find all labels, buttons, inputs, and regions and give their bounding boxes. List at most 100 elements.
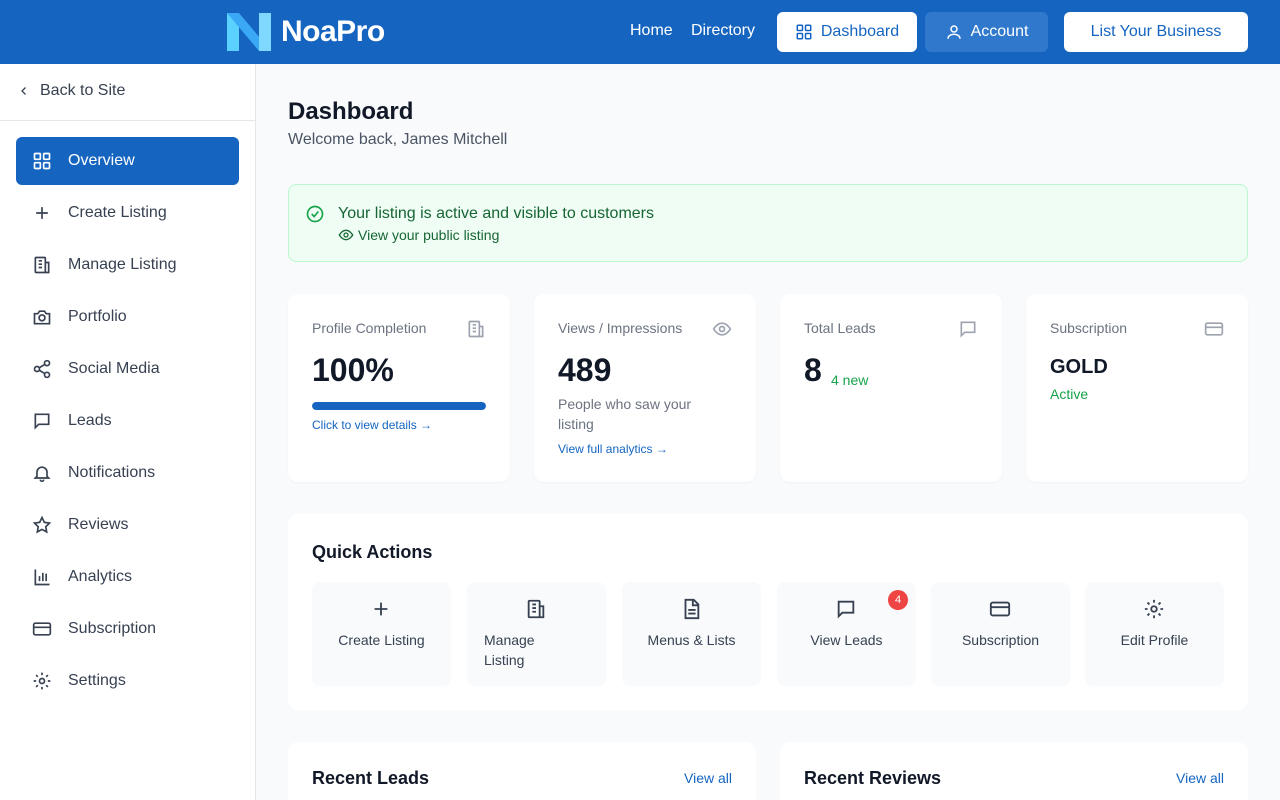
card-label: Total Leads xyxy=(804,320,876,336)
logo-mark-icon xyxy=(227,13,271,51)
sidebar-item-settings[interactable]: Settings xyxy=(16,657,239,705)
view-all-leads-link[interactable]: View all xyxy=(684,770,732,786)
quick-actions-panel: Quick Actions Create Listing Manage List… xyxy=(288,514,1248,710)
brand-logo[interactable]: NoaPro xyxy=(227,13,385,51)
grid-icon xyxy=(33,152,51,170)
subscription-plan: GOLD xyxy=(1050,356,1108,378)
sidebar-item-notifications[interactable]: Notifications xyxy=(16,449,239,497)
progress-fill xyxy=(312,402,486,410)
plus-icon xyxy=(36,207,48,219)
view-public-listing-label: View your public listing xyxy=(358,227,500,243)
nav-directory-link[interactable]: Directory xyxy=(691,22,755,40)
quick-actions-title: Quick Actions xyxy=(312,542,433,562)
sidebar-item-label: Create Listing xyxy=(68,204,167,221)
top-navbar: NoaPro Home Directory Dashboard Account … xyxy=(0,0,1280,64)
quick-action-subscription[interactable]: Subscription xyxy=(931,582,1070,686)
total-leads-value: 8 xyxy=(804,352,822,388)
sidebar-item-portfolio[interactable]: Portfolio xyxy=(16,293,239,341)
quick-action-create-listing[interactable]: Create Listing xyxy=(312,582,451,686)
sidebar-item-label: Reviews xyxy=(68,516,129,533)
sidebar-item-label: Manage Listing xyxy=(68,256,177,273)
quick-action-view-leads[interactable]: 4 View Leads xyxy=(777,582,916,686)
quick-action-label: Edit Profile xyxy=(1120,632,1189,648)
eye-icon xyxy=(712,322,732,336)
dashboard-button-label: Dashboard xyxy=(820,23,900,40)
card-label: Profile Completion xyxy=(312,320,427,336)
document-icon xyxy=(684,598,700,620)
sidebar-item-label: Leads xyxy=(68,412,112,429)
building-icon xyxy=(527,599,545,619)
sidebar-item-social-media[interactable]: Social Media xyxy=(16,345,239,393)
quick-action-label: View Leads xyxy=(810,632,883,648)
card-label: Subscription xyxy=(1050,320,1128,336)
sidebar-item-label: Settings xyxy=(68,672,126,689)
views-description: People who saw your listing xyxy=(558,396,692,432)
back-to-site-link[interactable]: Back to Site xyxy=(18,82,125,100)
profile-completion-progress xyxy=(312,402,486,410)
message-icon xyxy=(960,321,976,338)
eye-icon xyxy=(338,229,354,241)
plus-icon xyxy=(374,602,388,616)
sidebar: Back to Site Overview Create Listing Man… xyxy=(0,64,256,800)
views-card[interactable]: Views / Impressions 489 People who saw y… xyxy=(534,294,756,482)
alert-title: Your listing is active and visible to cu… xyxy=(338,205,654,222)
view-full-analytics-link[interactable]: View full analytics → xyxy=(558,442,668,456)
sidebar-item-label: Notifications xyxy=(68,464,156,481)
quick-action-label: Manage Listing xyxy=(484,632,535,668)
view-details-link[interactable]: Click to view details → xyxy=(312,418,432,432)
card-label: Views / Impressions xyxy=(558,320,683,336)
recent-leads-title: Recent Leads xyxy=(312,768,430,788)
welcome-message: Welcome back, James Mitchell xyxy=(288,131,508,148)
subscription-card[interactable]: Subscription GOLD Active xyxy=(1026,294,1248,482)
sidebar-item-label: Analytics xyxy=(68,568,133,585)
views-value: 489 xyxy=(558,352,612,388)
sidebar-item-reviews[interactable]: Reviews xyxy=(16,501,239,549)
credit-card-icon xyxy=(32,622,52,636)
credit-card-icon xyxy=(989,601,1011,617)
recent-reviews-panel: Recent Reviews View all xyxy=(780,742,1248,800)
recent-reviews-title: Recent Reviews xyxy=(804,768,942,788)
dashboard-button[interactable]: Dashboard xyxy=(777,12,917,52)
message-icon xyxy=(837,600,855,619)
sidebar-item-leads[interactable]: Leads xyxy=(16,397,239,445)
list-your-business-button[interactable]: List Your Business xyxy=(1064,12,1248,52)
new-leads-count: 4 new xyxy=(831,372,869,388)
sidebar-item-label: Social Media xyxy=(68,360,160,377)
profile-completion-card[interactable]: Profile Completion 100% Click to view de… xyxy=(288,294,510,482)
leads-count-badge: 4 xyxy=(888,590,908,610)
listing-active-alert: Your listing is active and visible to cu… xyxy=(288,184,1248,262)
grid-icon xyxy=(796,24,812,40)
quick-action-edit-profile[interactable]: Edit Profile xyxy=(1085,582,1224,686)
brand-name: NoaPro xyxy=(281,15,385,48)
gear-icon xyxy=(33,672,51,690)
quick-action-label: Create Listing xyxy=(338,632,425,648)
share-icon xyxy=(33,359,51,379)
sidebar-item-subscription[interactable]: Subscription xyxy=(16,605,239,653)
profile-completion-value: 100% xyxy=(312,352,394,388)
check-circle-icon xyxy=(306,205,324,223)
account-button[interactable]: Account xyxy=(925,12,1048,52)
quick-action-manage-listing[interactable]: Manage Listing xyxy=(467,582,606,686)
sidebar-item-manage-listing[interactable]: Manage Listing xyxy=(16,241,239,289)
sidebar-item-label: Overview xyxy=(68,152,135,169)
view-all-reviews-link[interactable]: View all xyxy=(1176,770,1224,786)
star-icon xyxy=(32,515,52,534)
chevron-left-icon xyxy=(21,87,26,95)
subscription-status: Active xyxy=(1050,386,1089,402)
list-your-business-label: List Your Business xyxy=(1090,23,1222,40)
nav-home-link[interactable]: Home xyxy=(630,22,673,40)
view-public-listing-link[interactable]: View your public listing xyxy=(338,227,499,243)
gear-icon xyxy=(1144,599,1164,619)
sidebar-item-analytics[interactable]: Analytics xyxy=(16,553,239,601)
camera-icon xyxy=(33,310,51,325)
main-content: Dashboard Welcome back, James Mitchell Y… xyxy=(256,64,1280,800)
sidebar-item-overview[interactable]: Overview xyxy=(16,137,239,185)
sidebar-divider xyxy=(0,120,255,121)
bell-icon xyxy=(33,466,51,483)
sidebar-item-create-listing[interactable]: Create Listing xyxy=(16,189,239,237)
quick-action-menus-lists[interactable]: Menus & Lists xyxy=(622,582,761,686)
back-to-site-label: Back to Site xyxy=(40,82,126,99)
total-leads-card[interactable]: Total Leads 8 4 new xyxy=(780,294,1002,482)
quick-action-label: Menus & Lists xyxy=(647,632,736,648)
sidebar-item-label: Portfolio xyxy=(68,308,127,325)
